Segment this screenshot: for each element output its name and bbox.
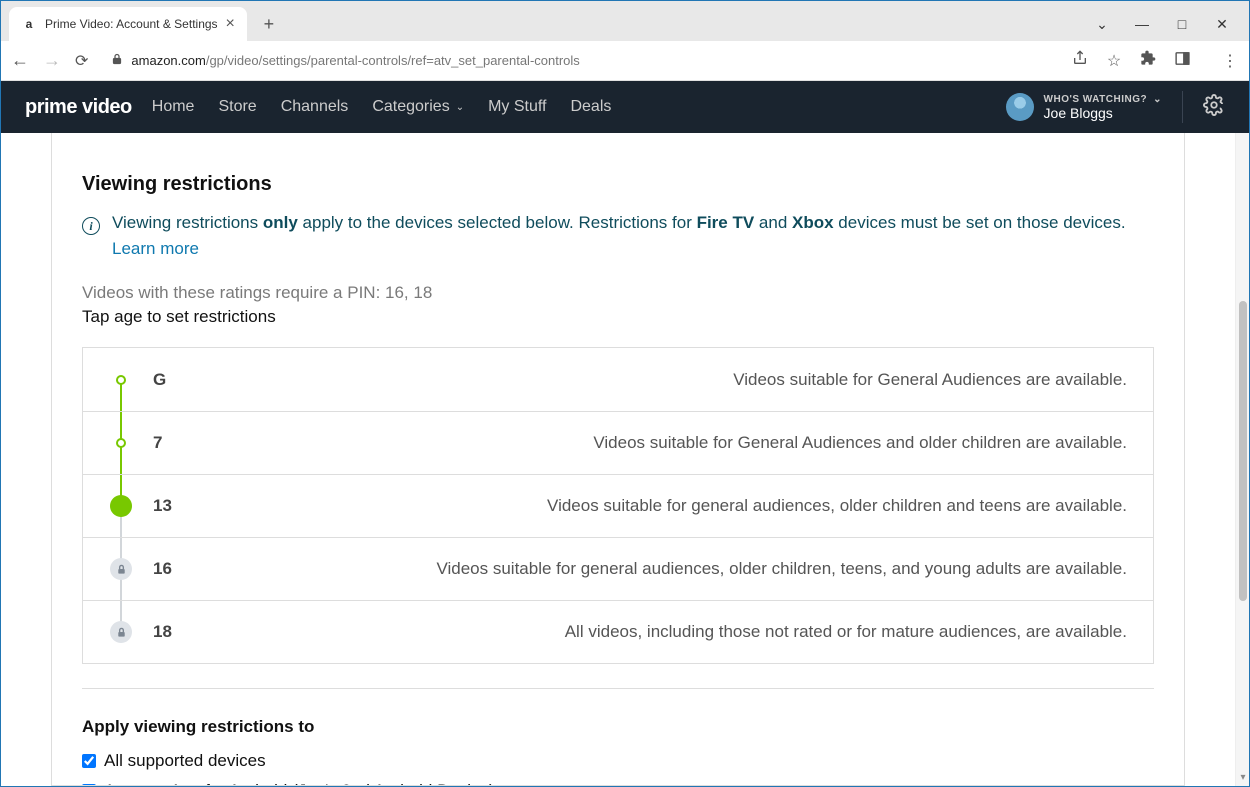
age-row-13[interactable]: 13 Videos suitable for general audiences… xyxy=(83,474,1153,537)
device-checkbox-android[interactable]: Amazon App for Android (Joe's 2nd Androi… xyxy=(82,781,1154,786)
scrollbar[interactable]: ▾ xyxy=(1235,133,1249,786)
divider xyxy=(1182,91,1183,123)
pin-note: Videos with these ratings require a PIN:… xyxy=(82,283,1154,303)
info-text: Viewing restrictions only apply to the d… xyxy=(112,213,1126,232)
browser-toolbar: ← → ⟳ amazon.com/gp/video/settings/paren… xyxy=(1,41,1249,81)
close-icon[interactable]: × xyxy=(226,16,235,32)
address-bar[interactable]: amazon.com/gp/video/settings/parental-co… xyxy=(98,46,1061,76)
avatar-icon xyxy=(1006,93,1034,121)
divider xyxy=(82,688,1154,689)
open-circle-icon xyxy=(116,375,126,385)
info-banner: i Viewing restrictions only apply to the… xyxy=(82,210,1154,261)
reload-button[interactable]: ⟳ xyxy=(75,51,88,71)
device-label: Amazon App for Android (Joe's 2nd Androi… xyxy=(104,781,495,786)
age-label: 13 xyxy=(153,496,193,516)
age-row-18[interactable]: 18 All videos, including those not rated… xyxy=(83,600,1153,663)
selected-circle-icon xyxy=(110,495,132,517)
age-row-7[interactable]: 7 Videos suitable for General Audiences … xyxy=(83,411,1153,474)
checkbox-input[interactable] xyxy=(82,784,96,786)
tab-title: Prime Video: Account & Settings xyxy=(45,17,218,31)
age-description: Videos suitable for General Audiences an… xyxy=(593,433,1127,453)
age-row-16[interactable]: 16 Videos suitable for general audiences… xyxy=(83,537,1153,600)
primevideo-nav: Home Store Channels Categories⌄ My Stuff… xyxy=(152,98,612,116)
lock-circle-icon xyxy=(110,621,132,643)
checkbox-input[interactable] xyxy=(82,754,96,768)
new-tab-button[interactable]: + xyxy=(255,10,283,38)
age-row-g[interactable]: G Videos suitable for General Audiences … xyxy=(83,348,1153,411)
age-label: 16 xyxy=(153,559,193,579)
browser-titlebar: a Prime Video: Account & Settings × + ⌄ … xyxy=(1,1,1249,41)
open-circle-icon xyxy=(116,438,126,448)
gear-icon[interactable] xyxy=(1203,94,1225,121)
lock-icon xyxy=(111,53,123,68)
url-domain: amazon.com xyxy=(131,53,205,68)
learn-more-link[interactable]: Learn more xyxy=(112,239,199,258)
scrollbar-thumb[interactable] xyxy=(1239,301,1247,601)
profile-username: Joe Bloggs xyxy=(1044,105,1162,121)
apply-title: Apply viewing restrictions to xyxy=(82,717,1154,737)
amazon-favicon-icon: a xyxy=(21,16,37,32)
chevron-down-icon: ⌄ xyxy=(1153,94,1162,105)
tap-note: Tap age to set restrictions xyxy=(82,307,1154,327)
extensions-icon[interactable] xyxy=(1139,50,1157,71)
panel-icon[interactable] xyxy=(1173,50,1191,72)
primevideo-header: prime video Home Store Channels Categori… xyxy=(1,81,1249,133)
forward-button: → xyxy=(43,50,61,71)
section-title: Viewing restrictions xyxy=(82,173,1154,196)
settings-panel: Viewing restrictions i Viewing restricti… xyxy=(51,133,1185,786)
browser-tab[interactable]: a Prime Video: Account & Settings × xyxy=(9,7,247,41)
nav-deals[interactable]: Deals xyxy=(570,98,611,116)
age-description: Videos suitable for general audiences, o… xyxy=(547,496,1127,516)
age-label: G xyxy=(153,370,193,390)
info-icon: i xyxy=(82,217,100,235)
close-window-icon[interactable]: ✕ xyxy=(1205,16,1239,33)
nav-categories[interactable]: Categories⌄ xyxy=(372,98,464,116)
age-label: 7 xyxy=(153,433,193,453)
age-description: All videos, including those not rated or… xyxy=(565,622,1127,642)
device-checkbox-all[interactable]: All supported devices xyxy=(82,751,1154,771)
nav-channels[interactable]: Channels xyxy=(281,98,349,116)
age-description: Videos suitable for general audiences, o… xyxy=(436,559,1127,579)
minimize-icon[interactable]: ― xyxy=(1125,16,1159,33)
bookmark-star-icon[interactable]: ☆ xyxy=(1105,51,1123,71)
back-button[interactable]: ← xyxy=(11,50,29,71)
nav-store[interactable]: Store xyxy=(218,98,256,116)
lock-circle-icon xyxy=(110,558,132,580)
chevron-down-icon: ⌄ xyxy=(456,102,464,113)
age-label: 18 xyxy=(153,622,193,642)
who-watching-label: WHO'S WATCHING? xyxy=(1044,94,1148,105)
primevideo-logo[interactable]: prime video xyxy=(25,96,132,119)
device-label: All supported devices xyxy=(104,751,266,771)
chevron-down-icon[interactable]: ⌄ xyxy=(1085,16,1119,33)
nav-mystuff[interactable]: My Stuff xyxy=(488,98,546,116)
age-description: Videos suitable for General Audiences ar… xyxy=(733,370,1127,390)
menu-icon[interactable]: ⋮ xyxy=(1221,51,1239,71)
maximize-icon[interactable]: □ xyxy=(1165,16,1199,33)
age-restriction-table: G Videos suitable for General Audiences … xyxy=(82,347,1154,664)
profile-menu[interactable]: WHO'S WATCHING? ⌄ Joe Bloggs xyxy=(1006,93,1162,121)
share-icon[interactable] xyxy=(1071,50,1089,71)
nav-home[interactable]: Home xyxy=(152,98,195,116)
url-path: /gp/video/settings/parental-controls/ref… xyxy=(206,53,580,68)
scroll-down-arrow-icon[interactable]: ▾ xyxy=(1236,772,1249,786)
